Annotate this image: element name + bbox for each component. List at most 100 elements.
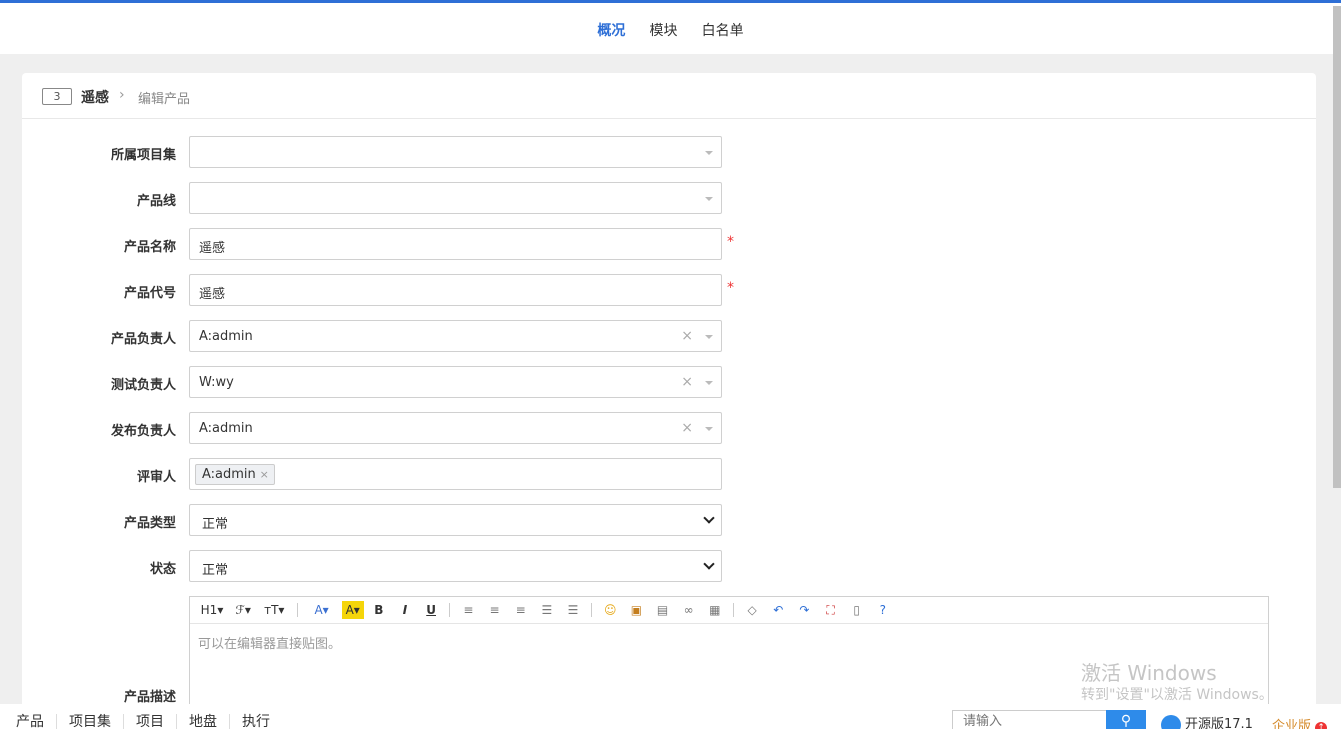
qd-select[interactable]: W:wy × [189, 366, 722, 398]
edition-brand[interactable]: 开源版17.1 [1161, 713, 1253, 729]
bottom-nav-program[interactable]: 项目集 [57, 714, 124, 729]
tab-whitelist[interactable]: 白名单 [702, 20, 744, 40]
chevron-down-icon [703, 512, 715, 524]
top-bar: 概况 模块 白名单 [0, 0, 1341, 54]
eraser-icon[interactable]: ◇ [741, 601, 763, 619]
source-icon[interactable]: ▯ [846, 601, 868, 619]
clear-icon[interactable]: × [681, 374, 693, 390]
po-select[interactable]: A:admin × [189, 320, 722, 352]
toolbar-divider [449, 603, 451, 617]
highlight-button[interactable]: A▾ [341, 601, 364, 619]
product-name-input[interactable]: 遥感 [189, 228, 722, 260]
unordered-list-icon[interactable]: ☰ [562, 601, 584, 619]
type-row: 产品类型 正常 [22, 504, 1316, 536]
qd-label: 测试负责人 [110, 378, 176, 393]
toolbar-divider [732, 603, 734, 617]
required-mark: * [727, 280, 734, 296]
search-button[interactable]: ⚲ [1106, 710, 1146, 729]
chevron-down-icon [703, 558, 715, 570]
enterprise-link[interactable]: 企业版 ↑ [1272, 715, 1328, 729]
clear-icon[interactable]: × [681, 328, 693, 344]
heading-button[interactable]: H1▾ [196, 601, 228, 619]
type-value: 正常 [202, 517, 229, 532]
font-size-button[interactable]: ᴛT▾ [258, 601, 290, 619]
line-select[interactable] [189, 182, 722, 214]
align-center-icon[interactable]: ≡ [484, 601, 506, 619]
clear-icon[interactable]: × [681, 420, 693, 436]
breadcrumb: 3 遥感 › 编辑产品 [22, 73, 1316, 119]
remove-tag-icon[interactable]: × [260, 465, 269, 484]
product-code-input[interactable]: 遥感 [189, 274, 722, 306]
code-label: 产品代号 [123, 286, 176, 301]
rd-select[interactable]: A:admin × [189, 412, 722, 444]
upgrade-icon: ↑ [1315, 722, 1328, 729]
activate-windows-title: 激活 Windows [1081, 661, 1217, 685]
chevron-down-icon [705, 381, 713, 385]
align-left-icon[interactable]: ≡ [457, 601, 479, 619]
ordered-list-icon[interactable]: ☰ [536, 601, 558, 619]
search-icon: ⚲ [1120, 713, 1132, 729]
tab-modules[interactable]: 模块 [650, 20, 678, 40]
italic-button[interactable]: I [394, 601, 416, 619]
program-row: 所属项目集 [22, 136, 1316, 168]
help-icon[interactable]: ? [872, 601, 894, 619]
editor-toolbar: H1▾ ℱ▾ ᴛT▾ A▾ A▾ B I U ≡ ≡ ≡ ☰ ☰ ☺ ▣ ▤ ∞… [190, 597, 1268, 624]
bottom-nav-project[interactable]: 项目 [124, 714, 177, 729]
bottom-nav-product[interactable]: 产品 [4, 714, 57, 729]
toolbar-divider [297, 603, 299, 617]
breadcrumb-chevron-icon: › [119, 87, 125, 103]
line-label: 产品线 [136, 194, 176, 209]
po-label: 产品负责人 [110, 332, 176, 347]
bottom-nav-execution[interactable]: 执行 [230, 714, 282, 729]
reviewer-multiselect[interactable]: A:admin × [189, 458, 722, 490]
chevron-down-icon [705, 335, 713, 339]
status-row: 状态 正常 [22, 550, 1316, 582]
name-row: 产品名称 遥感 * [22, 228, 1316, 260]
code-icon[interactable]: ▤ [652, 601, 674, 619]
enterprise-label: 企业版 [1272, 719, 1312, 729]
product-name-value: 遥感 [199, 241, 226, 256]
reviewer-tag: A:admin × [195, 464, 275, 485]
underline-button[interactable]: U [420, 601, 442, 619]
desc-label: 产品描述 [123, 690, 176, 705]
qd-row: 测试负责人 W:wy × [22, 366, 1316, 398]
po-value: A:admin [199, 329, 253, 344]
tab-overview[interactable]: 概况 [597, 20, 625, 40]
search-input[interactable] [953, 711, 1103, 729]
redo-icon[interactable]: ↷ [793, 601, 815, 619]
table-icon[interactable]: ▦ [704, 601, 726, 619]
undo-icon[interactable]: ↶ [767, 601, 789, 619]
chevron-down-icon [705, 427, 713, 431]
breadcrumb-product[interactable]: 遥感 [81, 87, 109, 107]
bottom-nav: 产品 项目集 项目 地盘 执行 [4, 714, 282, 729]
name-label: 产品名称 [123, 240, 176, 255]
qd-value: W:wy [199, 375, 234, 390]
code-row: 产品代号 遥感 * [22, 274, 1316, 306]
chevron-down-icon [705, 197, 713, 201]
link-icon[interactable]: ∞ [678, 601, 700, 619]
zentao-logo-icon [1161, 714, 1181, 729]
vertical-scrollbar[interactable] [1333, 6, 1341, 488]
bottom-nav-dashboard[interactable]: 地盘 [177, 714, 230, 729]
status-label: 状态 [149, 562, 176, 577]
editor-placeholder: 可以在编辑器直接贴图。 [198, 637, 342, 652]
edition-label: 开源版17.1 [1185, 717, 1253, 729]
rd-value: A:admin [199, 421, 253, 436]
edit-product-card: 3 遥感 › 编辑产品 所属项目集 产品线 产品名称 遥感 * 产品代号 遥感 … [22, 73, 1316, 713]
bottom-bar: 产品项目集项目地盘执行 ⚲ 开源版17.1 企业版 ↑ [0, 704, 1341, 729]
align-right-icon[interactable]: ≡ [510, 601, 532, 619]
font-family-button[interactable]: ℱ▾ [232, 601, 254, 619]
line-row: 产品线 [22, 182, 1316, 214]
font-color-button[interactable]: A▾ [306, 601, 338, 619]
status-value: 正常 [202, 563, 229, 578]
emoji-icon[interactable]: ☺ [599, 601, 621, 619]
image-icon[interactable]: ▣ [625, 601, 647, 619]
program-select[interactable] [189, 136, 722, 168]
fullscreen-icon[interactable]: ⛶ [820, 601, 842, 619]
search-box [952, 710, 1107, 729]
chevron-down-icon [705, 151, 713, 155]
type-select[interactable]: 正常 [189, 504, 722, 536]
bold-button[interactable]: B [368, 601, 390, 619]
type-label: 产品类型 [123, 516, 176, 531]
status-select[interactable]: 正常 [189, 550, 722, 582]
